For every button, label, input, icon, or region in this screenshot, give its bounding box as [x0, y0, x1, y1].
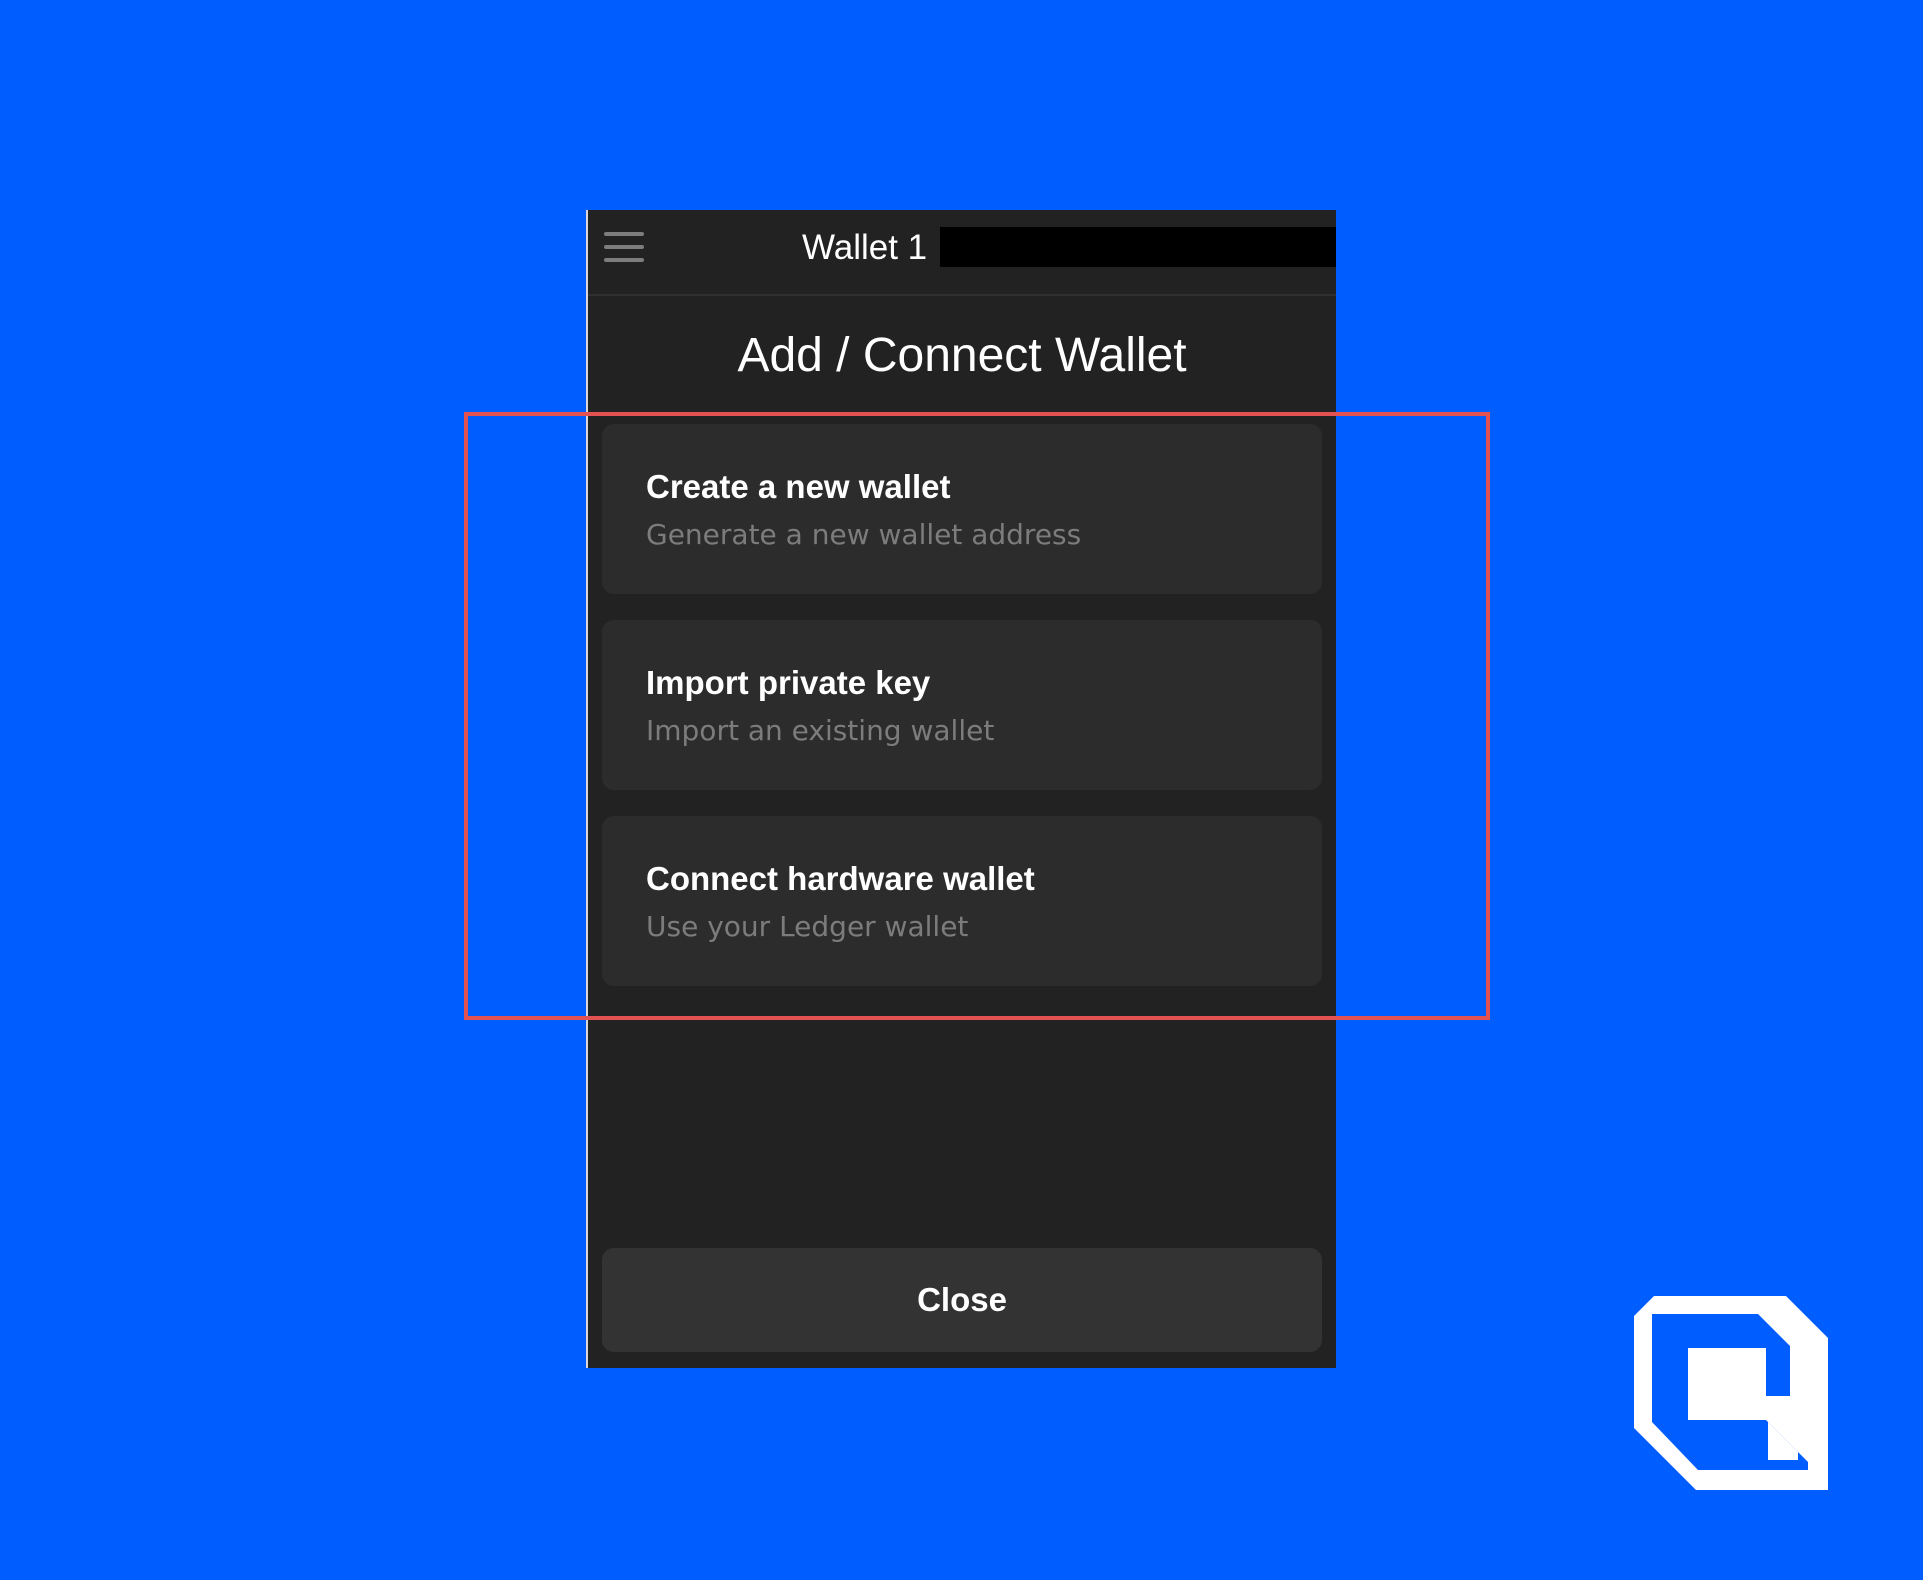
- connect-hardware-wallet-option[interactable]: Connect hardware wallet Use your Ledger …: [602, 816, 1322, 986]
- app-header: Wallet 1: [588, 210, 1336, 296]
- import-private-key-option[interactable]: Import private key Import an existing wa…: [602, 620, 1322, 790]
- redacted-address-bar: [940, 227, 1336, 267]
- option-subtitle: Use your Ledger wallet: [646, 910, 969, 943]
- wallet-selector[interactable]: Wallet 1: [802, 226, 927, 270]
- close-button[interactable]: Close: [602, 1248, 1322, 1352]
- option-title: Connect hardware wallet: [646, 860, 1035, 897]
- option-title: Import private key: [646, 664, 931, 701]
- option-subtitle: Generate a new wallet address: [646, 518, 1082, 551]
- create-new-wallet-option[interactable]: Create a new wallet Generate a new walle…: [602, 424, 1322, 594]
- wallet-screen: Wallet 1 Add / Connect Wallet Create a n…: [588, 210, 1336, 1368]
- option-title: Create a new wallet: [646, 468, 951, 505]
- brand-logo-icon: [1634, 1296, 1828, 1490]
- option-subtitle: Import an existing wallet: [646, 714, 995, 747]
- page-title: Add / Connect Wallet: [737, 329, 1187, 382]
- hamburger-menu-icon[interactable]: [604, 232, 644, 264]
